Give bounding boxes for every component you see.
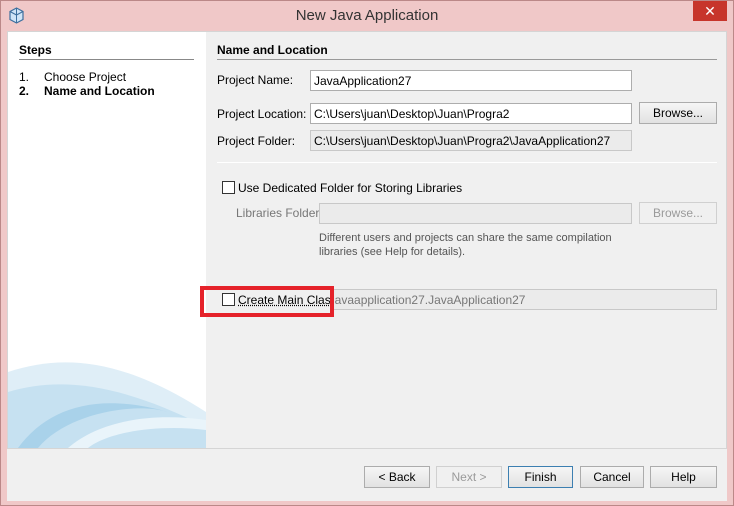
project-location-label: Project Location: <box>217 107 307 121</box>
libraries-folder-label: Libraries Folder: <box>236 206 323 220</box>
project-name-label: Project Name: <box>217 73 294 87</box>
window-title: New Java Application <box>295 7 439 24</box>
project-name-field[interactable]: JavaApplication27 <box>310 70 632 91</box>
step-name-and-location: 2. Name and Location <box>19 84 155 98</box>
dedicated-folder-label[interactable]: Use Dedicated Folder for Storing Librari… <box>238 181 462 195</box>
project-folder-field: C:\Users\juan\Desktop\Juan\Progra2\JavaA… <box>310 130 632 151</box>
step-label: Name and Location <box>44 84 155 98</box>
main-class-field: javaapplication27.JavaApplication27 <box>330 289 717 310</box>
new-java-application-dialog: New Java Application ✕ Steps 1. Choose Pr… <box>0 0 734 506</box>
wizard-footer: < Back Next > Finish Cancel Help <box>7 449 727 501</box>
section-title: Name and Location <box>217 43 328 57</box>
step-choose-project: 1. Choose Project <box>19 70 126 84</box>
help-button[interactable]: Help <box>650 466 717 488</box>
step-label: Choose Project <box>44 70 127 84</box>
separator <box>217 162 717 163</box>
cancel-button[interactable]: Cancel <box>580 466 644 488</box>
next-button: Next > <box>436 466 502 488</box>
dedicated-folder-checkbox[interactable] <box>222 181 235 194</box>
steps-panel: Steps 1. Choose Project 2. Name and Locati… <box>8 32 206 448</box>
project-location-field[interactable]: C:\Users\juan\Desktop\Juan\Progra2 <box>310 103 632 124</box>
name-and-location-panel: Name and Location Project Name: JavaAppl… <box>200 32 726 448</box>
browse-libraries-button: Browse... <box>639 202 717 224</box>
browse-location-button[interactable]: Browse... <box>639 102 717 124</box>
section-divider <box>217 59 717 60</box>
step-number: 2. <box>19 84 30 98</box>
red-highlight-box <box>200 286 334 317</box>
title-bar: New Java Application ✕ <box>1 1 733 31</box>
back-button[interactable]: < Back <box>364 466 430 488</box>
steps-divider <box>19 59 194 60</box>
steps-title: Steps <box>19 43 52 57</box>
wizard-content: Steps 1. Choose Project 2. Name and Locati… <box>7 31 727 449</box>
finish-button[interactable]: Finish <box>508 466 573 488</box>
project-folder-label: Project Folder: <box>217 134 296 148</box>
libraries-folder-field <box>319 203 632 224</box>
libraries-hint-line1: Different users and projects can share t… <box>319 232 612 244</box>
step-number: 1. <box>19 70 30 84</box>
close-button[interactable]: ✕ <box>693 1 727 21</box>
netbeans-swoosh-graphic <box>8 362 206 448</box>
libraries-hint-line2: libraries (see Help for details). <box>319 246 466 258</box>
